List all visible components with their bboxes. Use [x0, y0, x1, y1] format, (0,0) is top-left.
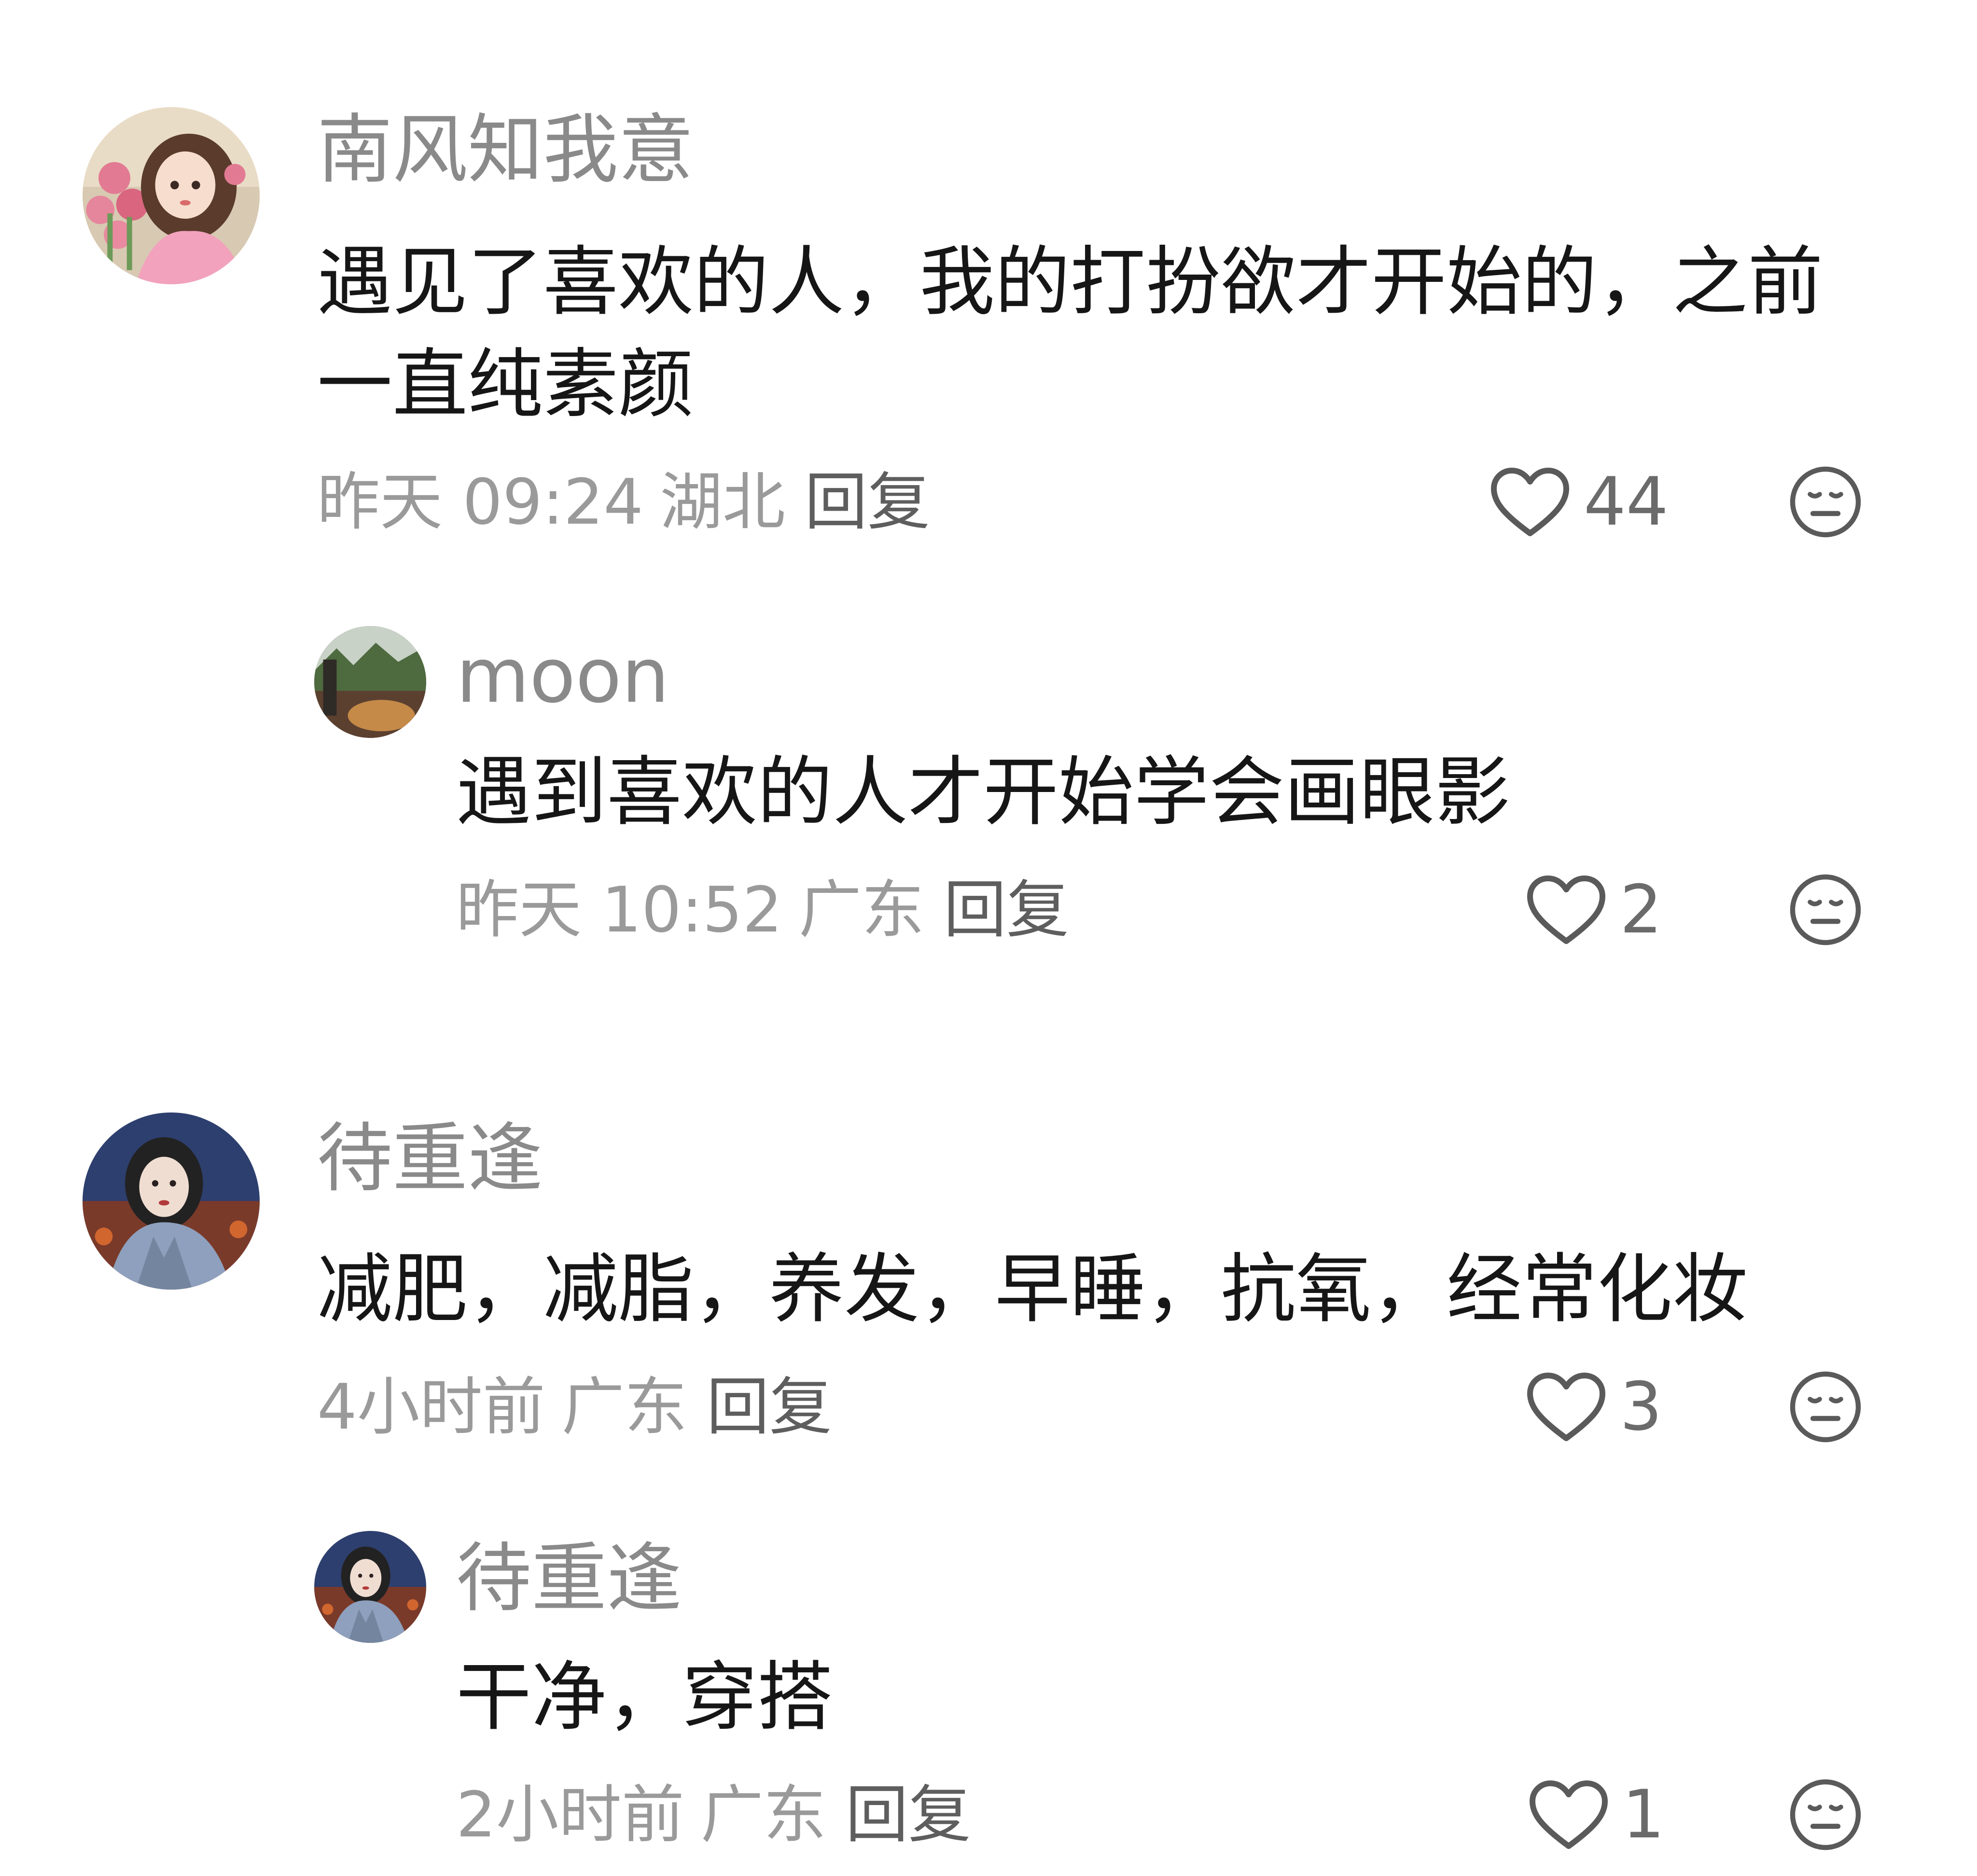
avatar[interactable] [83, 1112, 260, 1290]
dislike-button[interactable] [1787, 1368, 1864, 1445]
like-button[interactable]: 44 [1489, 463, 1669, 541]
dislike-button[interactable] [1787, 463, 1864, 541]
avatar-girl-denim-image [314, 1531, 426, 1643]
avatar[interactable] [314, 626, 426, 738]
like-button[interactable]: 2 [1525, 871, 1662, 948]
reply-time: 2小时前 [456, 1778, 684, 1851]
comment-time: 昨天 09:24 [317, 465, 643, 539]
neutral-face-icon [1790, 1371, 1861, 1443]
like-count: 44 [1584, 463, 1669, 541]
comment-username[interactable]: 待重逢 [317, 1112, 543, 1204]
neutral-face-icon [1790, 466, 1861, 538]
like-button[interactable]: 1 [1528, 1776, 1665, 1853]
reply-time: 昨天 10:52 [456, 873, 782, 946]
avatar[interactable] [314, 1531, 426, 1643]
avatar[interactable] [83, 107, 260, 284]
like-count: 1 [1622, 1776, 1665, 1853]
neutral-face-icon [1790, 874, 1861, 945]
avatar-girl-denim-image [83, 1112, 260, 1290]
neutral-face-icon [1790, 1779, 1861, 1850]
reply-location: 广东 [798, 873, 924, 946]
reply-button[interactable]: 回复 [805, 465, 930, 539]
comment-meta: 昨天 09:24 湖北 回复 [317, 463, 930, 541]
comment-location: 广东 [561, 1370, 687, 1444]
avatar-girl-tulips-image [83, 107, 260, 284]
reply-button[interactable]: 回复 [944, 873, 1069, 946]
reply-username[interactable]: 待重逢 [456, 1532, 682, 1624]
heart-outline-icon [1527, 1373, 1605, 1441]
reply-meta: 2小时前 广东 回复 [456, 1776, 971, 1853]
comment-username[interactable]: 南风知我意 [317, 104, 694, 195]
reply-content: 干净，穿搭 [456, 1653, 833, 1741]
dislike-button[interactable] [1787, 871, 1864, 948]
like-button[interactable]: 3 [1525, 1368, 1662, 1445]
reply-button[interactable]: 回复 [707, 1370, 832, 1444]
comment-time: 4小时前 [317, 1370, 545, 1444]
reply-location: 广东 [700, 1778, 826, 1851]
comment-content-line: 减肥，减脂，养发，早睡，抗氧，经常化妆 [317, 1245, 1748, 1333]
reply-button[interactable]: 回复 [846, 1778, 971, 1851]
like-count: 2 [1620, 871, 1662, 948]
comment-content-line: 遇见了喜欢的人，我的打扮欲才开始的，之前 [317, 238, 1823, 326]
dislike-button[interactable] [1787, 1776, 1864, 1853]
heart-outline-icon [1530, 1780, 1608, 1849]
avatar-landscape-image [314, 626, 426, 738]
heart-outline-icon [1527, 875, 1605, 944]
comment-location: 湖北 [659, 465, 785, 539]
like-count: 3 [1620, 1368, 1662, 1445]
reply-meta: 昨天 10:52 广东 回复 [456, 871, 1069, 948]
comment-meta: 4小时前 广东 回复 [317, 1368, 832, 1445]
reply-username[interactable]: moon [456, 630, 669, 722]
comment-content-line: 一直纯素颜 [317, 340, 694, 428]
reply-content: 遇到喜欢的人才开始学会画眼影 [456, 748, 1510, 836]
heart-outline-icon [1491, 468, 1569, 536]
